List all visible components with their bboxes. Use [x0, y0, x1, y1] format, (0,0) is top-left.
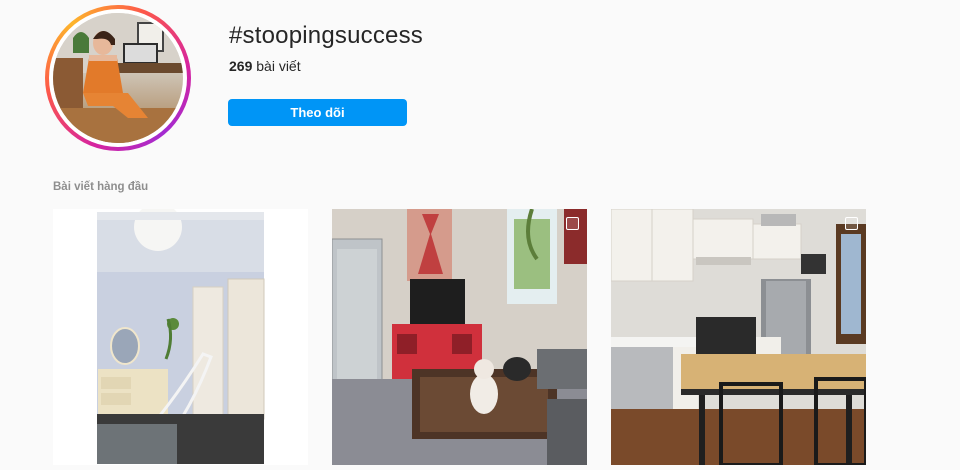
post-image-bedroom: [53, 209, 308, 465]
multiple-images-icon: [845, 217, 858, 230]
follow-button[interactable]: Theo dõi: [228, 99, 407, 126]
avatar-image: [53, 13, 183, 143]
post-image-living-room: [332, 209, 587, 465]
post-count: 269 bài viết: [229, 58, 301, 74]
hashtag-title: #stoopingsuccess: [229, 22, 423, 49]
top-posts-label: Bài viết hàng đầu: [53, 181, 149, 193]
post-count-number: 269: [229, 58, 253, 74]
post-tile-3[interactable]: [611, 209, 866, 465]
post-image-kitchen: [611, 209, 866, 465]
post-tile-2[interactable]: [332, 209, 587, 465]
multiple-images-icon: [566, 217, 579, 230]
post-tile-1[interactable]: [53, 209, 308, 465]
hashtag-avatar: [45, 5, 191, 151]
post-count-suffix: bài viết: [252, 58, 301, 74]
